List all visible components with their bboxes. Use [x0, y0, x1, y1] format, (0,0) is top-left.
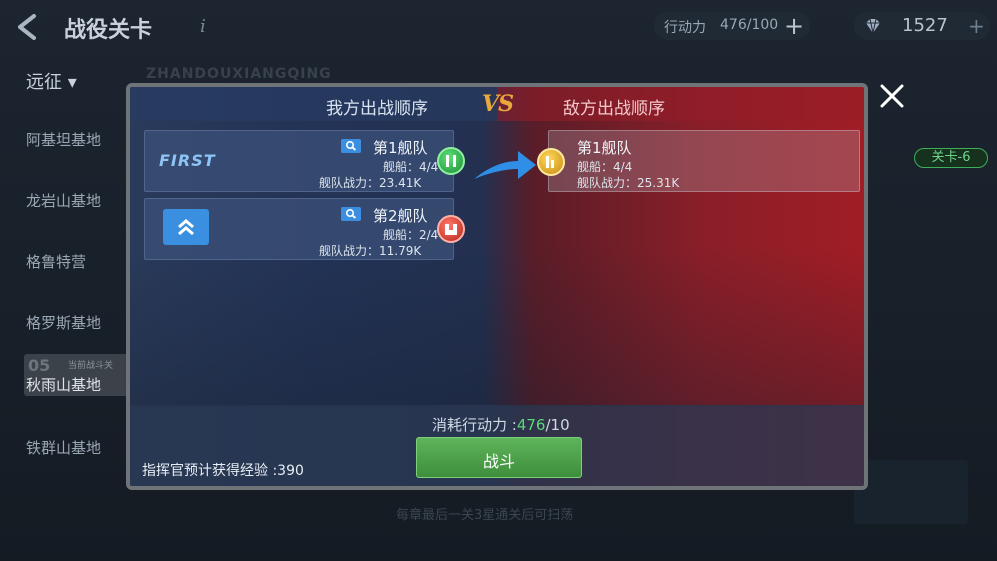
search-icon[interactable] [341, 139, 361, 153]
fleet-power: 舰队战力：23.41K [319, 176, 422, 190]
cost-required: /10 [545, 416, 570, 434]
enemy-order-title: 敌方出战顺序 [563, 99, 665, 119]
cost-label: 消耗行动力 : [432, 416, 517, 434]
info-icon[interactable]: i [200, 16, 206, 37]
stage-badge[interactable]: 关卡-6 [914, 148, 988, 168]
gems-pill: 1527 + [854, 12, 990, 40]
search-icon[interactable] [341, 207, 361, 221]
fleet-ships: 舰船：2/4 [383, 228, 439, 242]
sweep-hint: 每章最后一关3星通关后可扫荡 [396, 508, 574, 523]
sea-backdrop [130, 247, 864, 407]
vs-label: VS [482, 91, 514, 117]
add-action-points-button[interactable]: + [784, 12, 804, 40]
fleet-name: 第1舰队 [577, 139, 632, 157]
watermark-text: ZHANDOUXIANGQING [146, 66, 332, 82]
own-fleet-card[interactable]: FIRST 第1舰队 舰船：4/4 舰队战力：23.41K [144, 130, 454, 192]
base-item[interactable]: 龙岩山基地 [26, 189, 136, 250]
base-item[interactable]: 铁群山基地 [26, 436, 101, 497]
gems-value: 1527 [902, 15, 948, 36]
blue-arrow-icon [474, 151, 536, 179]
action-points-label: 行动力 [664, 20, 706, 36]
page-title: 战役关卡 [64, 18, 153, 43]
fight-button[interactable]: 战斗 [416, 437, 582, 478]
enemy-fleet-card[interactable]: 第1舰队 舰船：4/4 舰队战力：25.31K [537, 130, 860, 192]
fleet-power: 舰队战力：11.79K [319, 244, 422, 258]
top-bar: 战役关卡 i 行动力 476/100 + 1527 + [0, 0, 997, 56]
fleet-ships: 舰船：4/4 [577, 160, 633, 174]
base-item[interactable]: 阿基坦基地 [26, 128, 136, 189]
dialog-footer: 消耗行动力 :476/10 战斗 指挥官预计获得经验 :390 [130, 405, 864, 486]
action-cost: 消耗行动力 :476/10 [432, 414, 570, 435]
back-arrow-icon[interactable] [12, 12, 42, 42]
own-side-header [130, 87, 497, 121]
fight-button-label: 战斗 [482, 452, 515, 471]
current-base-tag: 当前战斗关 [68, 361, 114, 371]
fleet-name: 第2舰队 [373, 207, 428, 225]
action-points-pill: 行动力 476/100 + [654, 12, 810, 40]
close-icon[interactable] [876, 80, 908, 112]
double-chevron-up-icon [178, 219, 194, 236]
current-base-number: 05 [28, 356, 51, 375]
dialog-header: 我方出战顺序 VS 敌方出战顺序 [130, 87, 864, 121]
base-item[interactable]: 格鲁特营 [26, 250, 136, 311]
enemy-side-header [497, 87, 864, 121]
side-panel[interactable] [854, 460, 968, 524]
diamond-icon [866, 18, 880, 34]
own-order-title: 我方出战顺序 [326, 99, 428, 119]
action-points-value: 476/100 [720, 17, 779, 33]
commander-exp: 指挥官预计获得经验 :390 [142, 463, 304, 479]
first-badge: FIRST [159, 151, 216, 170]
current-base-item[interactable]: 05 当前战斗关 秋雨山基地 [24, 354, 128, 396]
cost-current: 476 [516, 416, 546, 434]
fleet-ships: 舰船：4/4 [383, 160, 439, 174]
expedition-filter[interactable]: 远征 ▾ [26, 68, 77, 94]
fleet-power: 舰队战力：25.31K [577, 176, 680, 190]
own-fleet-card[interactable]: 第2舰队 舰船：2/4 舰队战力：11.79K [144, 198, 454, 260]
order-marker-icon [437, 147, 465, 175]
fleet-name: 第1舰队 [373, 139, 428, 157]
battle-order-dialog: 我方出战顺序 VS 敌方出战顺序 FIRST 第1舰队 舰船：4/4 舰队战力：… [126, 83, 868, 490]
move-up-button[interactable] [163, 209, 209, 245]
order-marker-icon [537, 148, 565, 176]
base-list: 阿基坦基地 龙岩山基地 格鲁特营 格罗斯基地 [26, 128, 136, 372]
current-base-name: 秋雨山基地 [26, 376, 102, 394]
add-gems-button[interactable]: + [968, 12, 985, 40]
order-marker-icon [437, 215, 465, 243]
